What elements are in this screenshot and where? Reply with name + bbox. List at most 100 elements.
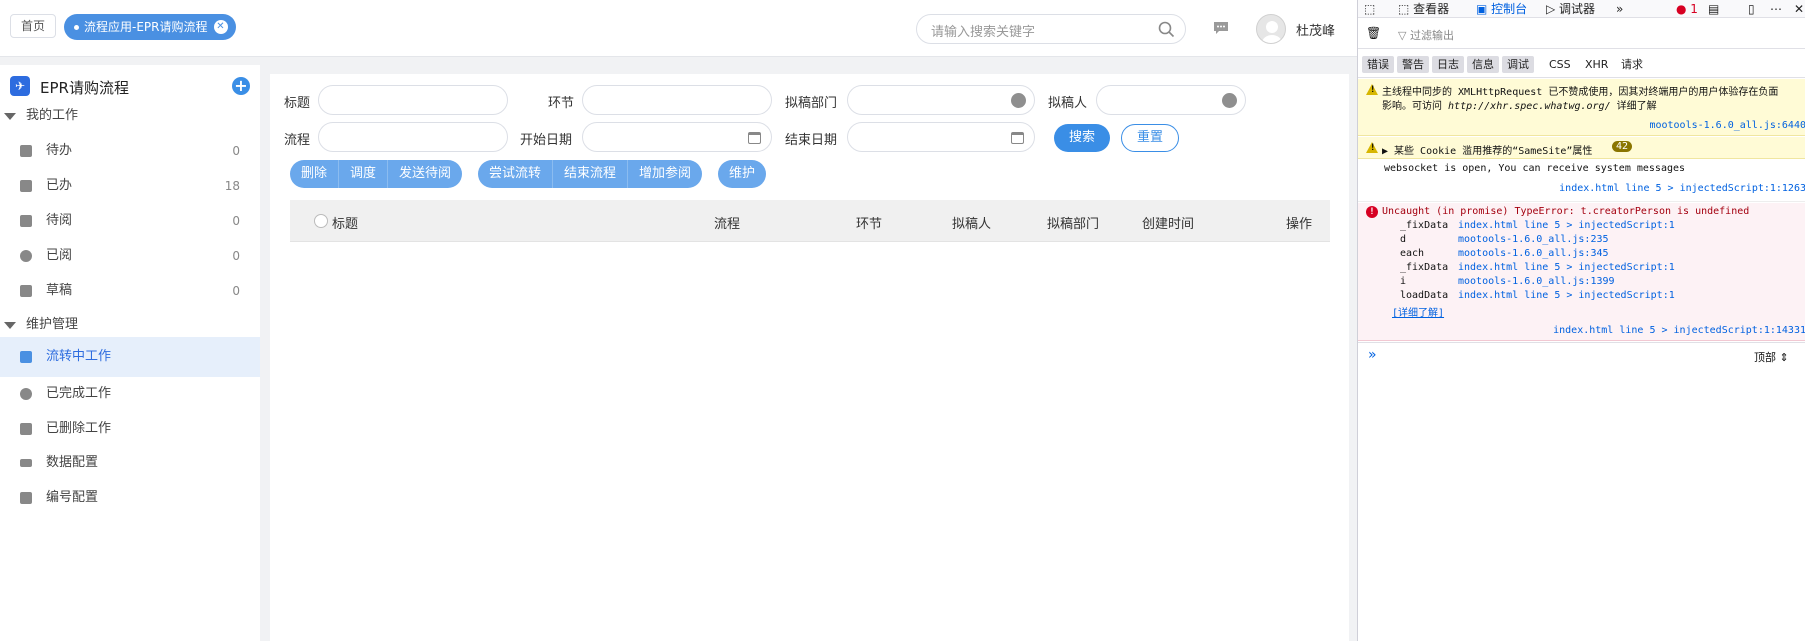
spec-link[interactable]: http://xhr.spec.whatwg.org/ [1448, 101, 1611, 112]
category-xhr[interactable]: XHR [1580, 56, 1613, 73]
sidebar-item-label: 草稿 [46, 283, 73, 298]
stack-src[interactable]: index.html line 5 > injectedScript:1 [1458, 262, 1675, 273]
send-to-read-button[interactable]: 发送待阅 [388, 160, 462, 188]
sidebar-item-to-read[interactable]: 待阅 0 [0, 201, 260, 241]
add-reference-button[interactable]: 增加参阅 [628, 160, 702, 188]
dispatch-button[interactable]: 调度 [339, 160, 389, 188]
calendar-icon[interactable] [748, 132, 761, 144]
sidebar-item-count: 18 [224, 179, 240, 193]
sidebar-item-data-config[interactable]: 数据配置 [0, 443, 260, 483]
tab-epr-flow[interactable]: 流程应用-EPR请购流程 ✕ [64, 14, 236, 40]
tab-debugger[interactable]: ▷ 调试器 [1546, 0, 1595, 18]
category-requests[interactable]: 请求 [1616, 56, 1648, 73]
step-input[interactable] [582, 85, 772, 115]
end-flow-button[interactable]: 结束流程 [553, 160, 629, 188]
source-link[interactable]: index.html line 5 > injectedScript:1:143… [1553, 325, 1805, 336]
flow-input[interactable] [318, 122, 508, 152]
stack-src[interactable]: mootools-1.6.0_all.js:235 [1458, 234, 1609, 245]
delete-button[interactable]: 删除 [290, 160, 340, 188]
console-log-websocket: websocket is open, You can receive syste… [1358, 160, 1805, 202]
number-icon [20, 492, 32, 504]
source-link[interactable]: mootools-1.6.0_all.js:6440 [1649, 120, 1805, 131]
org-picker-icon[interactable] [1011, 93, 1026, 108]
try-flow-button[interactable]: 尝试流转 [478, 160, 554, 188]
more-options-icon[interactable]: ⋯ [1770, 0, 1782, 18]
sidebar-item-completed[interactable]: 已完成工作 [0, 374, 260, 414]
sidebar-item-number-config[interactable]: 编号配置 [0, 478, 260, 518]
search-input[interactable]: 请输入搜索关键字 [916, 14, 1186, 44]
maintain-button[interactable]: 维护 [718, 160, 766, 188]
log-text: websocket is open, You can receive syste… [1384, 163, 1686, 174]
filter-input[interactable]: ▽ 过滤输出 [1398, 27, 1454, 43]
error-icon: ! [1366, 206, 1378, 218]
column-actions[interactable]: 操作 [1286, 213, 1312, 232]
tab-home[interactable]: 首页 [10, 14, 57, 38]
category-errors[interactable]: 错误 [1362, 56, 1394, 73]
stack-src[interactable]: index.html line 5 > injectedScript:1 [1458, 290, 1675, 301]
trash-icon[interactable]: 🗑 [1366, 26, 1381, 40]
column-flow[interactable]: 流程 [714, 213, 740, 232]
search-button[interactable]: 搜索 [1054, 124, 1111, 152]
tab-inspector[interactable]: ⬚ 查看器 [1398, 0, 1449, 18]
tab-console[interactable]: ▣ 控制台 [1476, 0, 1527, 18]
console-warning-cookie[interactable]: ▶ 某些 Cookie 滥用推荐的“SameSite”属性 42 [1358, 137, 1805, 159]
context-selector[interactable]: 顶部 ⇕ [1754, 349, 1789, 365]
username[interactable]: 杜茂峰 [1296, 20, 1335, 39]
category-info[interactable]: 信息 [1467, 56, 1499, 73]
title-input[interactable] [318, 85, 508, 115]
source-link[interactable]: index.html line 5 > injectedScript:1:126… [1559, 183, 1805, 194]
action-group-3: 维护 [718, 160, 767, 188]
trash-icon [20, 423, 32, 435]
error-text[interactable]: Uncaught (in promise) TypeError: t.creat… [1382, 206, 1749, 217]
read-pending-icon [20, 215, 32, 227]
category-logs[interactable]: 日志 [1432, 56, 1464, 73]
avatar[interactable] [1256, 14, 1286, 44]
message-icon[interactable] [1212, 20, 1230, 40]
column-drafter[interactable]: 拟稿人 [952, 213, 991, 232]
drafter-input[interactable] [1096, 85, 1246, 115]
stack-src[interactable]: mootools-1.6.0_all.js:345 [1458, 248, 1609, 259]
caret-down-icon [4, 113, 16, 120]
layout-icon[interactable]: ▤ [1708, 0, 1719, 18]
dept-input[interactable] [847, 85, 1035, 115]
column-title[interactable]: 标题 [332, 213, 358, 232]
sidebar-item-draft[interactable]: 草稿 0 [0, 271, 260, 311]
select-all-checkbox[interactable] [314, 214, 328, 228]
sidebar-item-label: 数据配置 [46, 455, 99, 470]
person-picker-icon[interactable] [1222, 93, 1237, 108]
done-icon [20, 180, 32, 192]
sidebar-item-count: 0 [232, 249, 240, 263]
error-count-badge[interactable]: ● 1 [1676, 0, 1698, 18]
search-icon[interactable] [1158, 21, 1175, 42]
flow-label: 流程 [284, 133, 311, 148]
search-placeholder: 请输入搜索关键字 [931, 25, 1036, 40]
column-created[interactable]: 创建时间 [1142, 213, 1194, 232]
action-group-2: 尝试流转 结束流程 增加参阅 [478, 160, 703, 188]
end-date-input[interactable] [847, 122, 1035, 152]
sidebar-group-label: 维护管理 [26, 317, 79, 332]
stack-src[interactable]: index.html line 5 > injectedScript:1 [1458, 220, 1675, 231]
close-icon[interactable]: ✕ [1794, 0, 1804, 18]
calendar-icon[interactable] [1011, 132, 1024, 144]
category-debug[interactable]: 调试 [1502, 56, 1534, 73]
element-picker-icon[interactable]: ⬚ [1364, 0, 1375, 18]
sidebar-group-my-work[interactable]: 我的工作 [0, 98, 260, 134]
column-dept[interactable]: 拟稿部门 [1047, 213, 1099, 232]
sidebar-item-todo[interactable]: 待办 0 [0, 131, 260, 171]
close-icon[interactable]: ✕ [213, 20, 228, 34]
sidebar-item-in-progress[interactable]: 流转中工作 [0, 337, 260, 377]
add-icon[interactable]: + [232, 77, 250, 95]
category-warnings[interactable]: 警告 [1397, 56, 1429, 73]
sidebar-item-read[interactable]: 已阅 0 [0, 236, 260, 276]
console-input[interactable]: » 顶部 ⇕ [1358, 342, 1805, 370]
category-css[interactable]: CSS [1544, 56, 1576, 73]
warning-text-2: 影响。可访问 http://xhr.spec.whatwg.org/ 详细了解 [1382, 101, 1657, 112]
more-tabs-icon[interactable]: » [1616, 0, 1623, 18]
sidebar-item-done[interactable]: 已办 18 [0, 166, 260, 206]
start-date-input[interactable] [582, 122, 772, 152]
stack-src[interactable]: mootools-1.6.0_all.js:1399 [1458, 276, 1615, 287]
dock-icon[interactable]: ▯ [1748, 0, 1755, 18]
column-step[interactable]: 环节 [856, 213, 882, 232]
reset-button[interactable]: 重置 [1121, 124, 1180, 152]
learn-more-link[interactable]: [详细了解] [1392, 304, 1444, 319]
